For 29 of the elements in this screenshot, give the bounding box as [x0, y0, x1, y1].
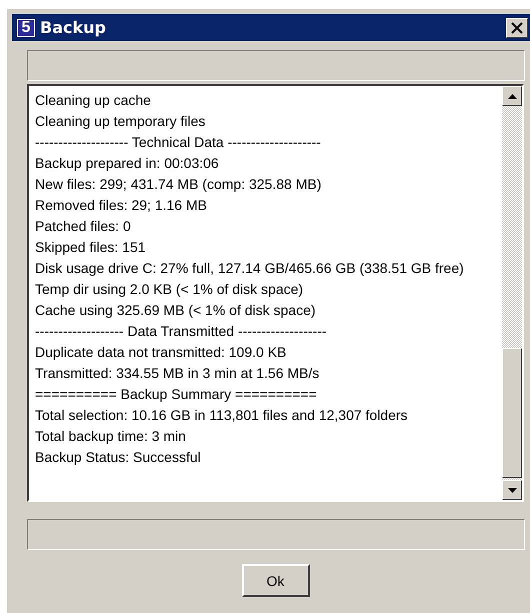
log-line: Duplicate data not transmitted: 109.0 KB [35, 343, 288, 362]
scroll-down-button[interactable] [502, 480, 522, 500]
log-line: Backup Status: Successful [35, 448, 202, 467]
log-line: New files: 299; 431.74 MB (comp: 325.88 MB) [35, 175, 322, 194]
app-icon: 5 [17, 18, 35, 36]
log-line: ------------------- Data Transmitted ------------------- [35, 322, 328, 341]
down-arrow-icon [508, 488, 516, 492]
log-line: Skipped files: 151 [35, 238, 147, 257]
log-line: Total backup time: 3 min [35, 427, 187, 446]
log-line: Cleaning up cache [35, 91, 152, 110]
log-line: Removed files: 29; 1.16 MB [35, 196, 208, 215]
log-line: Transmitted: 334.55 MB in 3 min at 1.56 MB/s [35, 364, 320, 383]
scroll-bar[interactable] [502, 86, 522, 500]
ok-button[interactable]: Ok [242, 564, 310, 597]
scroll-thumb[interactable] [502, 348, 522, 478]
close-button[interactable] [506, 18, 528, 38]
log-line: Temp dir using 2.0 KB (< 1% of disk space) [35, 280, 304, 299]
log-line: Cleaning up temporary files [35, 112, 206, 131]
log-line: ========== Backup Summary ========== [35, 385, 318, 404]
log-line: Disk usage drive C: 27% full, 127.14 GB/465.66 GB (338.51 GB free) [35, 259, 465, 278]
window-title: Backup [40, 18, 107, 37]
scroll-up-button[interactable] [502, 86, 522, 106]
log-line: -------------------- Technical Data -------------------- [35, 133, 322, 152]
up-arrow-icon [508, 94, 516, 98]
close-icon [511, 22, 523, 34]
log-line: Total selection: 10.16 GB in 113,801 files and 12,307 folders [35, 406, 409, 425]
log-line: Cache using 325.69 MB (< 1% of disk space) [35, 301, 317, 320]
log-line: Patched files: 0 [35, 217, 132, 236]
log-line: Backup prepared in: 00:03:06 [35, 154, 220, 173]
